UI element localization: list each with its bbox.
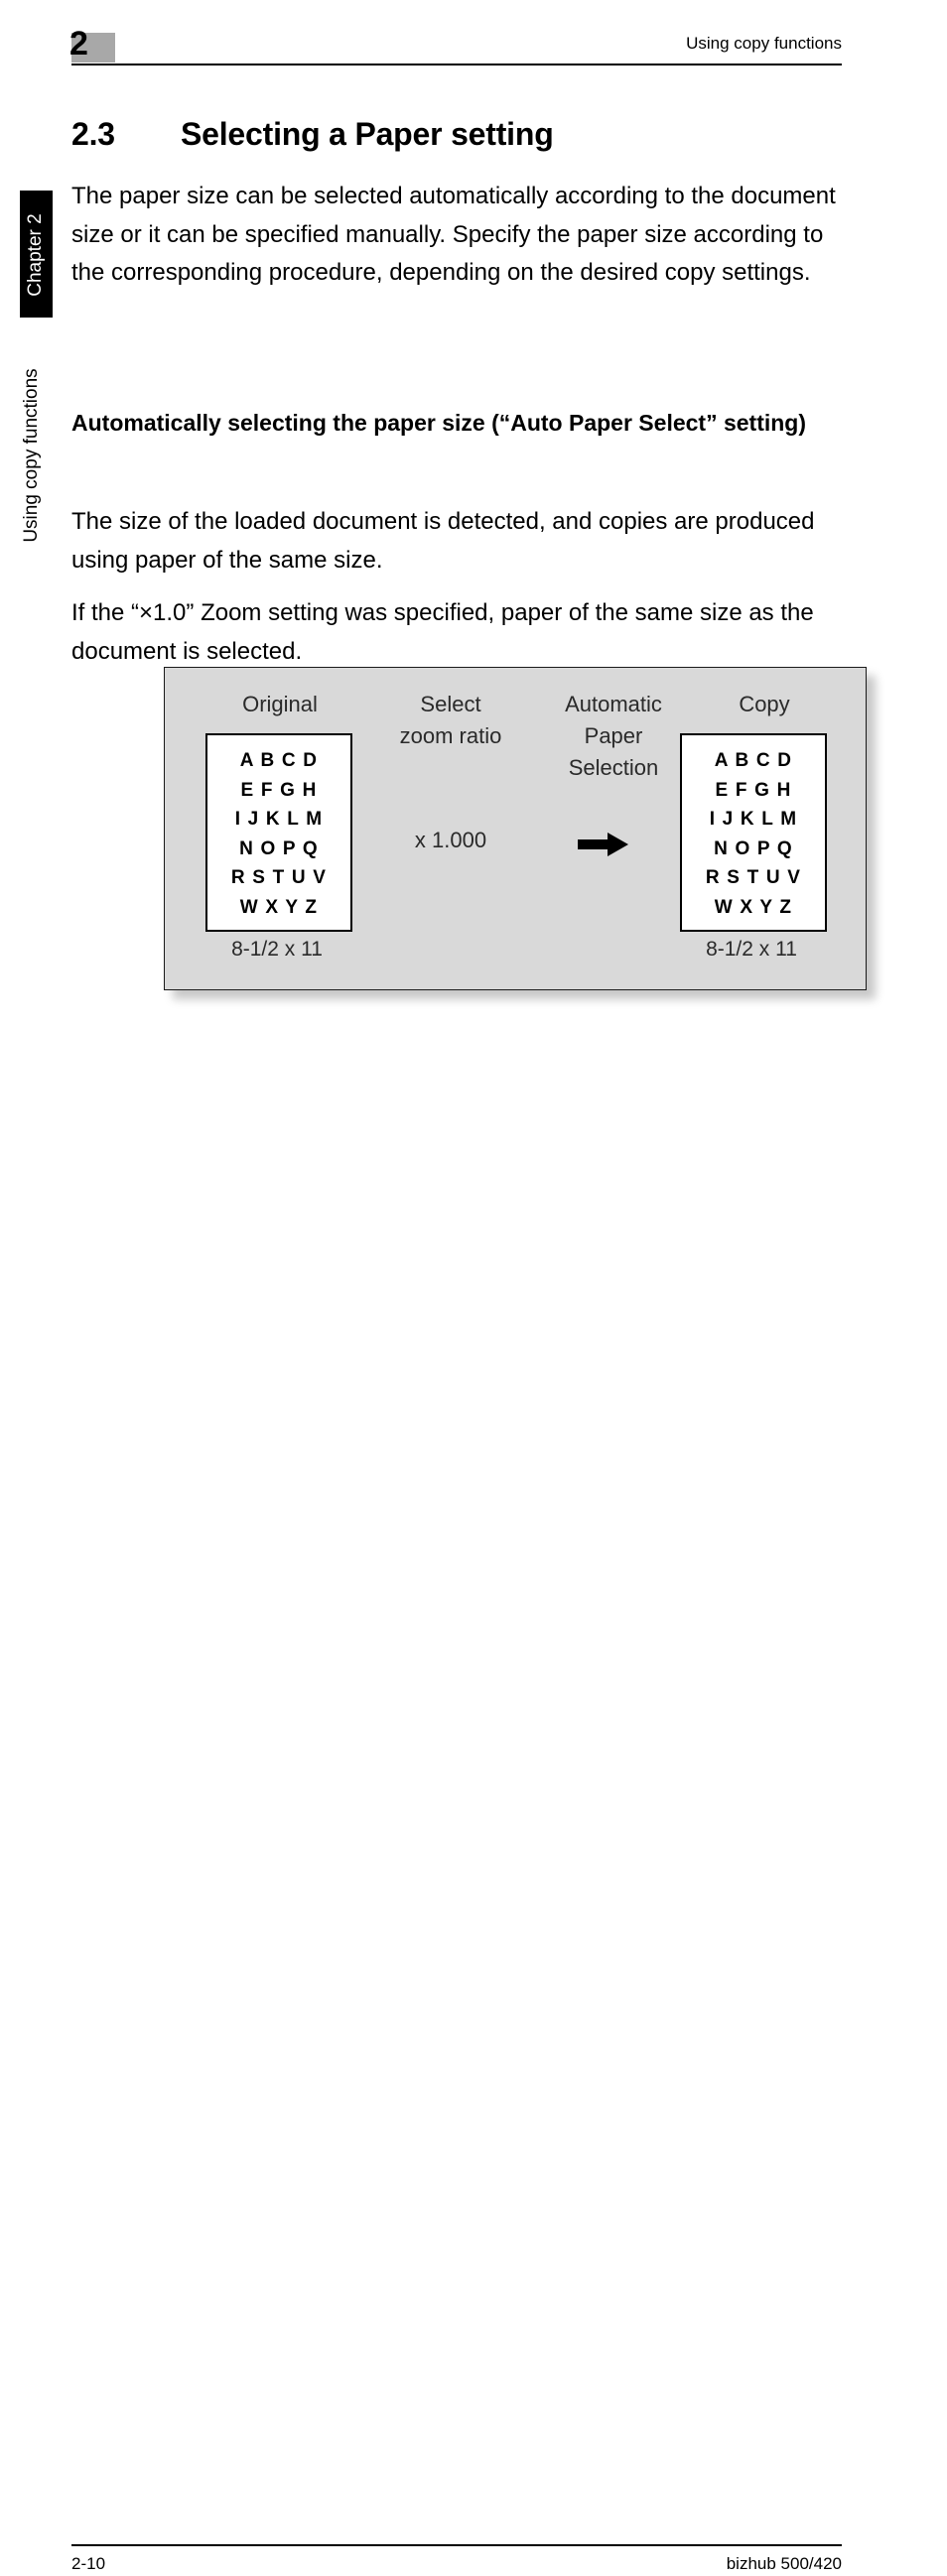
right-arrow-icon	[578, 832, 629, 857]
paper-size-caption-copy: 8-1/2 x 11	[706, 938, 797, 961]
figure-auto-paper-select: Original Select zoom ratio Automatic Pap…	[164, 667, 867, 990]
document-sample-line: I J K L M	[709, 809, 798, 830]
document-sample-line: E F G H	[715, 779, 792, 801]
document-sample-line: A B C D	[239, 750, 319, 771]
figure-header-copy: Copy	[739, 692, 790, 716]
document-sample-line: A B C D	[714, 750, 793, 771]
section-title: Selecting a Paper setting	[181, 116, 554, 153]
footer-page-number: 2-10	[71, 2554, 106, 2573]
section-heading: 2.3 Selecting a Paper setting	[71, 114, 554, 154]
document-sample-line: R S T U V	[705, 867, 802, 888]
page-header: 2 Using copy functions	[0, 0, 947, 79]
figure-header-automatic-paper-selection: Automatic Paper Selection	[565, 692, 662, 780]
document-sample-line: E F G H	[240, 779, 318, 801]
document-sample-line: W X Y Z	[714, 896, 793, 918]
sidebar-running-title: Using copy functions	[21, 368, 42, 543]
paragraph-zoom: If the “×1.0” Zoom setting was specified…	[71, 599, 814, 665]
chapter-tab: Chapter 2	[20, 191, 53, 318]
header-running-title: Using copy functions	[686, 34, 842, 53]
document-sample-original: A B C D E F G H I J K L M N O P Q R S T …	[205, 733, 352, 932]
document-sample-line: N O P Q	[239, 837, 319, 859]
paragraph-intro: The paper size can be selected automatic…	[71, 183, 836, 286]
document-sample-copy: A B C D E F G H I J K L M N O P Q R S T …	[680, 733, 827, 932]
page-footer: 2-10 bizhub 500/420	[0, 1262, 947, 2573]
subheading-auto-paper: Automatically selecting the paper size (…	[71, 410, 807, 437]
paragraph-detected: The size of the loaded document is detec…	[71, 508, 815, 574]
chapter-number-text: 2	[69, 25, 88, 63]
figure-header-select-zoom-ratio: Select zoom ratio	[399, 692, 502, 748]
header-rule	[71, 64, 842, 65]
paper-size-caption-original: 8-1/2 x 11	[231, 938, 323, 961]
document-sample-line: W X Y Z	[239, 896, 319, 918]
sidebar: Chapter 2 Using copy functions	[0, 0, 69, 1342]
chapter-tab-label: Chapter 2	[25, 213, 46, 297]
document-sample-line: I J K L M	[234, 809, 324, 830]
document-sample-line: R S T U V	[230, 867, 328, 888]
figure-header-original: Original	[242, 692, 318, 716]
section-number: 2.3	[71, 116, 115, 153]
zoom-ratio-value: x 1.000	[414, 828, 487, 852]
footer-rule	[71, 2544, 842, 2546]
document-sample-line: N O P Q	[714, 837, 793, 859]
footer-product-name: bizhub 500/420	[726, 2554, 842, 2573]
